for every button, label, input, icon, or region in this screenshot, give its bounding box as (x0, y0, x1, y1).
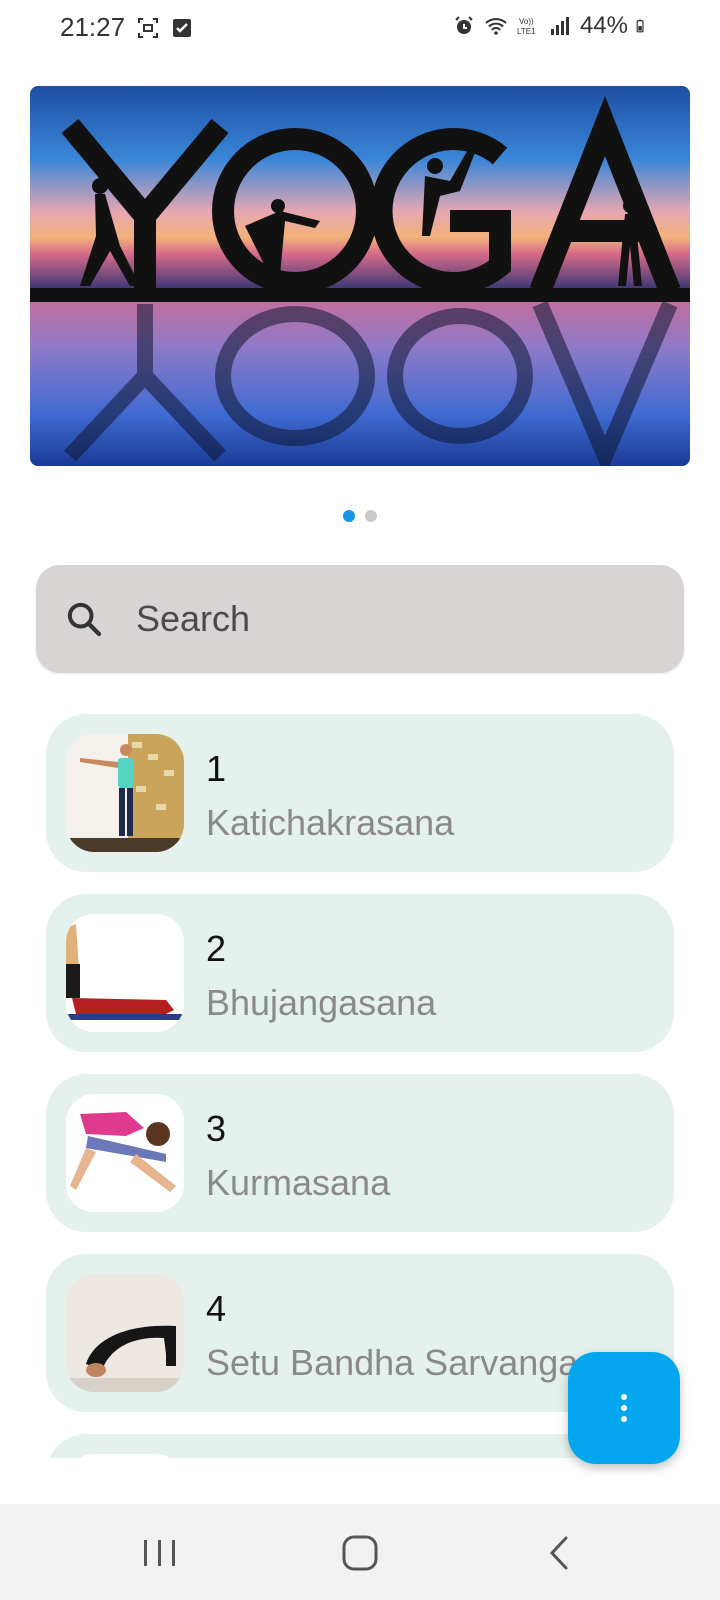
system-nav-bar (0, 1504, 720, 1600)
volte-icon: Vo)) LTE1 (517, 17, 536, 36)
page-dot-2[interactable] (365, 510, 377, 522)
wifi-icon (485, 18, 507, 35)
list-item[interactable]: 3 Kurmasana (46, 1074, 674, 1232)
battery-percent: 44% (579, 12, 628, 39)
more-vertical-icon (621, 1394, 627, 1422)
screenshot-icon (138, 18, 158, 38)
asana-list[interactable]: 1 Katichakrasana 2 Bhujangasana 3 Kurmas… (0, 700, 720, 1458)
asana-thumbnail (66, 1274, 184, 1392)
search-bar[interactable] (36, 565, 684, 673)
asana-thumbnail (66, 734, 184, 852)
more-options-fab[interactable] (568, 1352, 680, 1464)
asana-name: Bhujangasana (206, 982, 437, 1023)
asana-thumbnail (66, 1094, 184, 1212)
status-time: 21:27 (60, 12, 126, 42)
battery-icon (636, 19, 644, 33)
asana-name: Kurmasana (206, 1162, 391, 1203)
banner-page-indicator (0, 510, 720, 522)
svg-text:Vo)): Vo)) (519, 17, 534, 26)
signal-icon (550, 17, 569, 35)
page-dot-1[interactable] (343, 510, 355, 522)
alarm-icon (455, 16, 473, 34)
list-item[interactable]: 2 Bhujangasana (46, 894, 674, 1052)
yoga-banner-image (30, 86, 690, 466)
search-icon (67, 602, 102, 637)
search-input[interactable] (134, 597, 638, 641)
back-icon[interactable] (536, 1532, 584, 1574)
yoga-banner[interactable] (30, 86, 690, 466)
asana-number: 1 (206, 748, 227, 789)
asana-name: Katichakrasana (206, 802, 455, 843)
asana-number: 4 (206, 1288, 227, 1329)
list-item[interactable]: 1 Katichakrasana (46, 714, 674, 872)
status-bar: 21:27 Vo)) LTE1 44% (0, 0, 720, 56)
asana-thumbnail (66, 914, 184, 1032)
recent-apps-icon[interactable] (136, 1532, 184, 1574)
checkbox-icon (173, 19, 191, 37)
asana-number: 3 (206, 1108, 227, 1149)
asana-number: 2 (206, 928, 227, 969)
home-icon[interactable] (336, 1532, 384, 1574)
asana-name: Setu Bandha Sarvanga (206, 1342, 579, 1383)
svg-text:LTE1: LTE1 (517, 27, 536, 36)
asana-thumbnail (66, 1454, 184, 1458)
